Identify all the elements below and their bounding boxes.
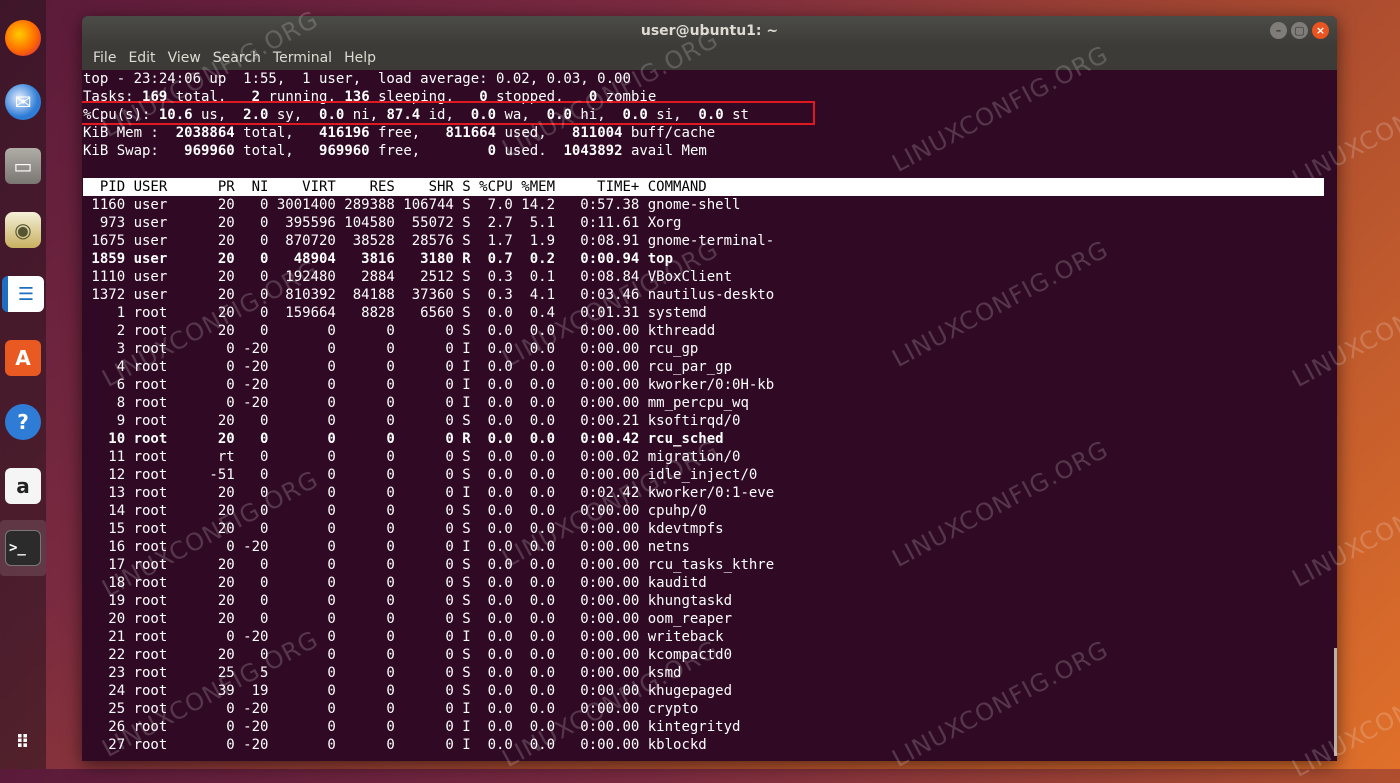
table-row: 20 root 20 0 0 0 0 S 0.0 0.0 0:00.00 oom… [83, 611, 733, 627]
table-row: 16 root 0 -20 0 0 0 I 0.0 0.0 0:00.00 ne… [83, 539, 690, 555]
table-row: 6 root 0 -20 0 0 0 I 0.0 0.0 0:00.00 kwo… [83, 377, 775, 393]
uptime-line: top - 23:24:06 up 1:55, 1 user, load ave… [83, 71, 631, 87]
terminal-icon[interactable]: >_ [0, 520, 46, 576]
table-row: 27 root 0 -20 0 0 0 I 0.0 0.0 0:00.00 kb… [83, 737, 707, 753]
table-row: 9 root 20 0 0 0 0 S 0.0 0.0 0:00.21 ksof… [83, 413, 741, 429]
cpu-highlight-box [82, 101, 815, 125]
launcher-dock: ✉ ▭ ◉ ☰ A ? a >_ ⠿ [0, 0, 46, 769]
table-row: 19 root 20 0 0 0 0 S 0.0 0.0 0:00.00 khu… [83, 593, 733, 609]
table-row: 3 root 0 -20 0 0 0 I 0.0 0.0 0:00.00 rcu… [83, 341, 699, 357]
table-row: 24 root 39 19 0 0 0 S 0.0 0.0 0:00.00 kh… [83, 683, 733, 699]
maximize-button[interactable]: ▢ [1291, 22, 1308, 39]
table-row: 25 root 0 -20 0 0 0 I 0.0 0.0 0:00.00 cr… [83, 701, 699, 717]
rhythmbox-icon[interactable]: ◉ [0, 202, 46, 258]
help-icon[interactable]: ? [0, 394, 46, 450]
menu-edit[interactable]: Edit [122, 50, 161, 66]
writer-icon[interactable]: ☰ [0, 266, 46, 322]
table-row: 26 root 0 -20 0 0 0 I 0.0 0.0 0:00.00 ki… [83, 719, 741, 735]
table-row: 12 root -51 0 0 0 0 S 0.0 0.0 0:00.00 id… [83, 467, 758, 483]
table-row: 4 root 0 -20 0 0 0 I 0.0 0.0 0:00.00 rcu… [83, 359, 733, 375]
menu-help[interactable]: Help [338, 50, 382, 66]
minimize-button[interactable]: – [1270, 22, 1287, 39]
table-row: 15 root 20 0 0 0 0 S 0.0 0.0 0:00.00 kde… [83, 521, 724, 537]
table-row: 18 root 20 0 0 0 0 S 0.0 0.0 0:00.00 kau… [83, 575, 707, 591]
table-row: 973 user 20 0 395596 104580 55072 S 2.7 … [83, 215, 682, 231]
process-table-header: PID USER PR NI VIRT RES SHR S %CPU %MEM … [83, 178, 1324, 196]
close-button[interactable]: × [1312, 22, 1329, 39]
menu-file[interactable]: File [87, 50, 122, 66]
firefox-icon[interactable] [0, 10, 46, 66]
table-row: 1160 user 20 0 3001400 289388 106744 S 7… [83, 197, 741, 213]
app-grid-icon[interactable]: ⠿ [0, 714, 46, 770]
table-row: 2 root 20 0 0 0 0 S 0.0 0.0 0:00.00 kthr… [83, 323, 716, 339]
amazon-icon[interactable]: a [0, 458, 46, 514]
files-icon[interactable]: ▭ [0, 138, 46, 194]
swap-line: KiB Swap: 969960 total, 969960 free, 0 u… [83, 143, 707, 159]
table-row: 8 root 0 -20 0 0 0 I 0.0 0.0 0:00.00 mm_… [83, 395, 749, 411]
software-center-icon[interactable]: A [0, 330, 46, 386]
thunderbird-icon[interactable]: ✉ [0, 74, 46, 130]
table-row: 17 root 20 0 0 0 0 S 0.0 0.0 0:00.00 rcu… [83, 557, 775, 573]
mem-line: KiB Mem : 2038864 total, 416196 free, 81… [83, 125, 716, 141]
